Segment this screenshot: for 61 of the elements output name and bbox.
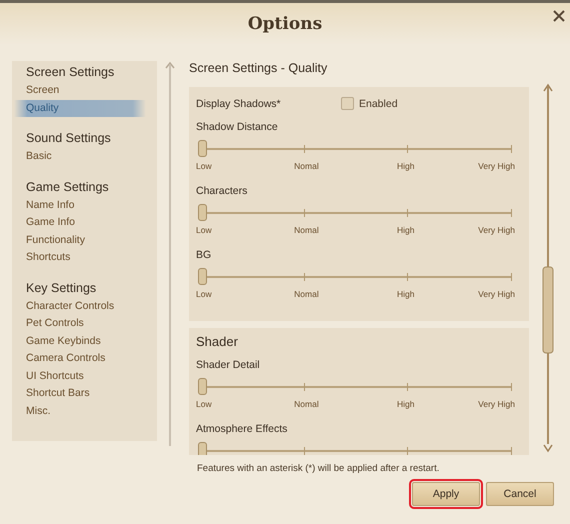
tick-label: Low (196, 288, 212, 299)
slider-thumb[interactable] (198, 268, 207, 285)
setting-label: Shadow Distance (196, 120, 279, 133)
window-title: Options (248, 14, 322, 34)
restart-note: Features with an asterisk (*) will be applied after a restart. (197, 463, 440, 474)
tick-label: High (397, 398, 414, 409)
checkbox[interactable] (341, 97, 354, 110)
tick-label: Very High (478, 398, 515, 409)
slider-thumb[interactable] (198, 140, 207, 157)
sidebar-item[interactable]: Screen (26, 82, 157, 100)
cancel-button[interactable]: Cancel (486, 482, 554, 506)
sidebar-item[interactable]: Quality (14, 100, 146, 117)
slider[interactable] (196, 138, 515, 159)
sidebar-item[interactable]: Shortcuts (26, 249, 157, 266)
setting-label: Atmosphere Effects (196, 422, 288, 435)
slider-thumb[interactable] (198, 378, 207, 395)
tick-label: Nomal (294, 288, 319, 299)
sidebar-item[interactable]: Camera Controls (26, 350, 157, 368)
scrollbar[interactable] (165, 61, 175, 446)
sidebar-item[interactable]: Misc. (26, 402, 157, 420)
sidebar-heading: Game Settings (26, 180, 110, 194)
sidebar-item[interactable]: Game Keybinds (26, 332, 157, 350)
sidebar-heading: Key Settings (26, 280, 98, 294)
setting-label: Display Shadows* (196, 98, 282, 110)
slider-thumb[interactable] (198, 204, 207, 221)
sidebar-item[interactable]: Character Controls (26, 298, 157, 315)
slider[interactable] (196, 266, 515, 287)
tick-label: Very High (478, 160, 515, 171)
tick-label: High (397, 160, 414, 171)
sidebar-item[interactable]: Pet Controls (26, 315, 157, 332)
slider[interactable] (196, 440, 515, 455)
sidebar-item[interactable]: Functionality (26, 232, 157, 249)
scrollbar[interactable] (541, 83, 555, 453)
sidebar-item[interactable]: Shortcut Bars (26, 385, 157, 402)
tick-label: Low (196, 398, 212, 409)
tick-label: High (397, 224, 414, 235)
tick-label: Nomal (294, 160, 319, 171)
tick-label: Low (196, 224, 212, 235)
tick-label: High (397, 288, 414, 299)
setting-label: Characters (196, 184, 248, 197)
apply-button[interactable]: Apply (412, 482, 480, 506)
slider[interactable] (196, 202, 515, 223)
sidebar-item[interactable]: Basic (26, 148, 157, 166)
slider[interactable] (196, 376, 515, 397)
slider-thumb[interactable] (198, 442, 207, 455)
content-title: Screen Settings - Quality (189, 61, 328, 77)
sidebar-heading: Sound Settings (26, 131, 112, 145)
sidebar-heading: Screen Settings (26, 65, 116, 79)
tick-label: Low (196, 160, 212, 171)
tick-label: Very High (478, 288, 515, 299)
section-heading: Shader (196, 334, 239, 349)
sidebar-item[interactable]: Name Info (26, 196, 157, 214)
setting-label: BG (196, 248, 212, 261)
sidebar-item[interactable]: UI Shortcuts (26, 368, 157, 385)
checkbox-label: Enabled (359, 98, 398, 110)
tick-label: Very High (478, 224, 515, 235)
setting-label: Shader Detail (196, 358, 261, 371)
tick-label: Nomal (294, 224, 319, 235)
sidebar-item[interactable]: Game Info (26, 214, 157, 232)
close-icon[interactable] (552, 9, 566, 23)
tick-label: Nomal (294, 398, 319, 409)
